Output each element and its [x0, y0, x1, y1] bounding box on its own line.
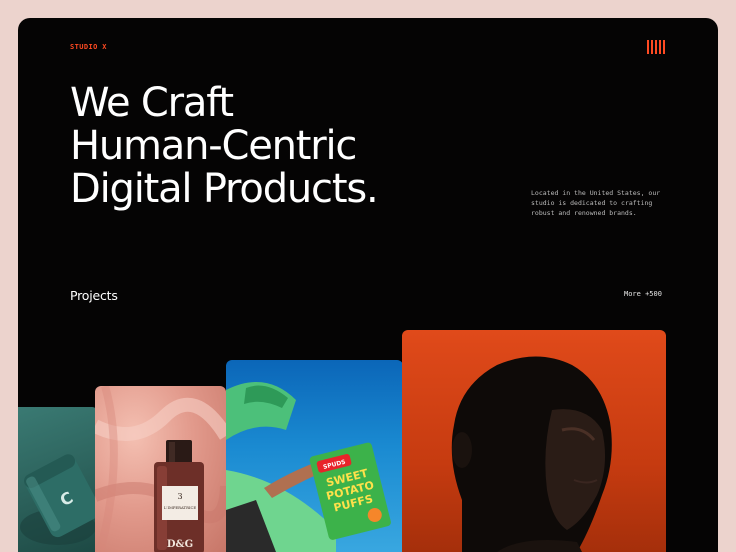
teal-can-image: C — [20, 454, 98, 545]
project-card-portrait[interactable] — [402, 330, 666, 552]
project-card-teal-can[interactable]: C — [18, 407, 98, 552]
menu-icon-bar — [647, 40, 649, 54]
headline-line-3: Digital Products. — [70, 166, 379, 212]
menu-icon[interactable] — [647, 40, 665, 54]
menu-icon-bar — [659, 40, 661, 54]
more-projects-link[interactable]: More +500 — [624, 290, 662, 298]
perfume-label: L'IMPERATRICE — [164, 505, 196, 510]
perfume-number: 3 — [177, 492, 182, 501]
project-card-perfume[interactable]: 3 L'IMPERATRICE D&G — [95, 386, 226, 552]
menu-icon-bar — [663, 40, 665, 54]
hero-headline: We Craft Human-Centric Digital Products. — [70, 82, 510, 211]
projects-heading: Projects — [70, 288, 118, 303]
main-panel: STUDIO X We Craft Human-Centric Digital … — [18, 18, 718, 552]
headline-line-1: We Craft — [70, 80, 234, 126]
menu-icon-bar — [655, 40, 657, 54]
project-card-snack[interactable]: SPUDS SWEET POTATO PUFFS — [226, 360, 403, 552]
studio-intro: Located in the United States, our studio… — [531, 189, 661, 217]
headline-line-2: Human-Centric — [70, 123, 357, 169]
brand-logo[interactable]: STUDIO X — [70, 43, 107, 51]
perfume-image: 3 L'IMPERATRICE D&G — [95, 386, 226, 552]
menu-icon-bar — [651, 40, 653, 54]
portrait-image — [451, 356, 612, 552]
snack-image: SPUDS SWEET POTATO PUFFS — [226, 382, 391, 552]
perfume-brand: D&G — [167, 539, 193, 550]
